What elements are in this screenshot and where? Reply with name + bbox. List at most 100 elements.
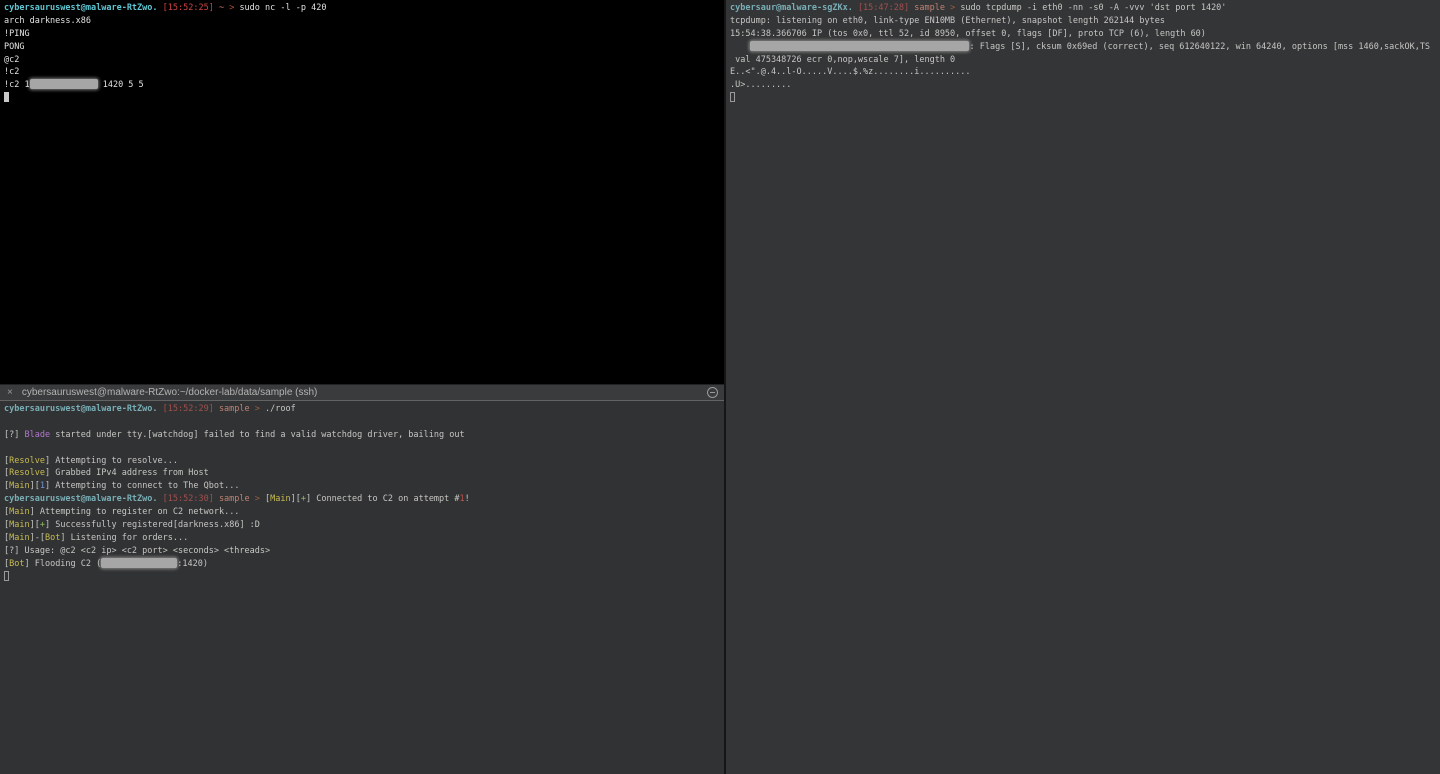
terminal-line: PONG bbox=[4, 41, 724, 54]
terminal-line: !c2 1 1420 5 5 bbox=[4, 79, 724, 92]
output-text: ] Connected to C2 on attempt # bbox=[306, 494, 460, 504]
output-text: !PING bbox=[4, 29, 30, 39]
log-tag: Bot bbox=[9, 559, 24, 569]
output-text: 1420 5 5 bbox=[98, 80, 144, 90]
output-text: ][ bbox=[30, 520, 40, 530]
prompt-arrow: > bbox=[255, 404, 265, 414]
prompt-path: ~ bbox=[219, 3, 229, 13]
output-text: : Flags [S], cksum 0x69ed (correct), seq… bbox=[969, 42, 1430, 52]
log-tag: Bot bbox=[45, 533, 60, 543]
terminal-line: [Resolve] Grabbed IPv4 address from Host bbox=[4, 467, 724, 480]
redacted-ip bbox=[101, 558, 177, 568]
terminal-line: [Main][1] Attempting to connect to The Q… bbox=[4, 480, 724, 493]
pane-title: cybersauruswest@malware-RtZwo:~/docker-l… bbox=[22, 387, 707, 398]
log-tag: Main bbox=[9, 481, 29, 491]
output-text: ][ bbox=[291, 494, 301, 504]
prompt-arrow: > bbox=[229, 3, 239, 13]
terminal-line: !PING bbox=[4, 28, 724, 41]
terminal-line-blank bbox=[4, 442, 724, 455]
prompt-path: sample bbox=[219, 404, 255, 414]
output-text: ! bbox=[465, 494, 470, 504]
terminal-line bbox=[4, 571, 724, 584]
output-text: ]-[ bbox=[30, 533, 45, 543]
terminal-line: : Flags [S], cksum 0x69ed (correct), seq… bbox=[730, 41, 1440, 54]
terminal-window: { "colors": { "focused_bg": "#000000", "… bbox=[0, 0, 1440, 774]
output-text: tcpdump: listening on eth0, link-type EN… bbox=[730, 16, 1165, 26]
prompt-timestamp: [15:52:29] bbox=[163, 404, 219, 414]
prompt-line: cybersauruswest@malware-RtZwo. [15:52:25… bbox=[4, 2, 724, 15]
prompt-path: sample bbox=[219, 494, 255, 504]
terminal-line: [Resolve] Attempting to resolve... bbox=[4, 455, 724, 468]
prompt-host: cybersauruswest@malware-RtZwo. bbox=[4, 404, 163, 414]
terminal-line: [Main]-[Bot] Listening for orders... bbox=[4, 532, 724, 545]
prompt-arrow: > bbox=[255, 494, 265, 504]
output-text bbox=[730, 42, 750, 52]
output-text: @c2 bbox=[4, 55, 19, 65]
log-tag: Main bbox=[9, 507, 29, 517]
output-text: arch darkness.x86 bbox=[4, 16, 91, 26]
terminal-line: val 475348726 ecr 0,nop,wscale 7], lengt… bbox=[730, 54, 1440, 67]
output-text: .U>......... bbox=[730, 80, 791, 90]
output-text: !c2 bbox=[4, 67, 19, 77]
pane-menu-icon[interactable] bbox=[707, 387, 718, 398]
terminal-line: [Main][+] Successfully registered[darkne… bbox=[4, 519, 724, 532]
redacted-ip-pair bbox=[750, 41, 969, 51]
log-tag: Main bbox=[9, 533, 29, 543]
log-tag: Resolve bbox=[9, 468, 45, 478]
terminal-line bbox=[4, 92, 724, 105]
prompt-host: cybersaur@malware-sgZKx. bbox=[730, 3, 858, 13]
prompt-line: cybersauruswest@malware-RtZwo. [15:52:29… bbox=[4, 403, 724, 416]
terminal-line: @c2 bbox=[4, 54, 724, 67]
output-text: :1420) bbox=[177, 559, 208, 569]
output-text: ] Attempting to connect to The Qbot... bbox=[45, 481, 239, 491]
prompt-line: cybersauruswest@malware-RtZwo. [15:52:30… bbox=[4, 493, 724, 506]
output-text: ] Attempting to resolve... bbox=[45, 456, 178, 466]
close-pane-icon[interactable]: × bbox=[7, 388, 13, 398]
prompt-timestamp: [15:47:28] bbox=[858, 3, 914, 13]
prompt-arrow: > bbox=[950, 3, 960, 13]
prompt-host: cybersauruswest@malware-RtZwo. bbox=[4, 3, 163, 13]
terminal-pane-nc-listener[interactable]: cybersauruswest@malware-RtZwo. [15:52:25… bbox=[0, 0, 724, 384]
pane-titlebar: × cybersauruswest@malware-RtZwo:~/docker… bbox=[0, 384, 724, 401]
output-text: [?] bbox=[4, 430, 24, 440]
terminal-line: tcpdump: listening on eth0, link-type EN… bbox=[730, 15, 1440, 28]
log-tag: Resolve bbox=[9, 456, 45, 466]
terminal-line: [?] Usage: @c2 <c2 ip> <c2 port> <second… bbox=[4, 545, 724, 558]
output-text: PONG bbox=[4, 42, 24, 52]
prompt-line: cybersaur@malware-sgZKx. [15:47:28] samp… bbox=[730, 2, 1440, 15]
command-text: ./roof bbox=[265, 404, 296, 414]
terminal-pane-tcpdump[interactable]: cybersaur@malware-sgZKx. [15:47:28] samp… bbox=[726, 0, 1440, 774]
cursor-block-inactive bbox=[730, 92, 735, 102]
log-tag: Main bbox=[9, 520, 29, 530]
prompt-timestamp: [15:52:25] bbox=[163, 3, 219, 13]
terminal-pane-bot-sample[interactable]: cybersauruswest@malware-RtZwo. [15:52:29… bbox=[0, 401, 724, 774]
output-text: ] Successfully registered[darkness.x86] … bbox=[45, 520, 260, 530]
output-text: 15:54:38.366706 IP (tos 0x0, ttl 52, id … bbox=[730, 29, 1206, 39]
cursor-block bbox=[4, 92, 9, 102]
command-text: sudo tcpdump -i eth0 -nn -s0 -A -vvv 'ds… bbox=[960, 3, 1226, 13]
prompt-path: sample bbox=[914, 3, 950, 13]
cursor-block-inactive bbox=[4, 571, 9, 581]
output-text: ][ bbox=[30, 481, 40, 491]
terminal-line: [?] Blade started under tty.[watchdog] f… bbox=[4, 429, 724, 442]
terminal-line: 15:54:38.366706 IP (tos 0x0, ttl 52, id … bbox=[730, 28, 1440, 41]
terminal-line: [Bot] Flooding C2 (:1420) bbox=[4, 558, 724, 571]
log-tag: Main bbox=[270, 494, 290, 504]
terminal-line: E..<".@.4..l-O.....V....$.%z........i...… bbox=[730, 66, 1440, 79]
redacted-ip bbox=[30, 79, 98, 89]
terminal-line: !c2 bbox=[4, 66, 724, 79]
terminal-line: .U>......... bbox=[730, 79, 1440, 92]
prompt-host: cybersauruswest@malware-RtZwo. bbox=[4, 494, 163, 504]
output-text: ] Flooding C2 ( bbox=[24, 559, 101, 569]
output-text: [?] Usage: @c2 <c2 ip> <c2 port> <second… bbox=[4, 546, 270, 556]
output-text: E..<".@.4..l-O.....V....$.%z........i...… bbox=[730, 67, 971, 77]
output-text: val 475348726 ecr 0,nop,wscale 7], lengt… bbox=[730, 55, 955, 65]
output-text: ] Grabbed IPv4 address from Host bbox=[45, 468, 209, 478]
malware-name-text: Blade bbox=[24, 430, 50, 440]
prompt-timestamp: [15:52:30] bbox=[163, 494, 219, 504]
terminal-line bbox=[730, 92, 1440, 105]
terminal-line-blank bbox=[4, 416, 724, 429]
output-text: ] Listening for orders... bbox=[60, 533, 188, 543]
terminal-line: arch darkness.x86 bbox=[4, 15, 724, 28]
output-text: !c2 1 bbox=[4, 80, 30, 90]
